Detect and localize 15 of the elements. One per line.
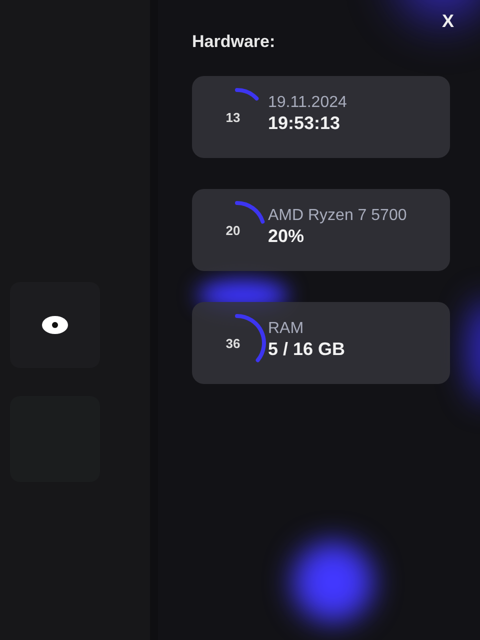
eye-icon [41,315,69,335]
card-value: 5 / 16 GB [268,339,346,360]
card-label: RAM [268,320,305,338]
gauge-value: 36 [226,336,240,350]
card-value: 19:53:13 [268,113,342,134]
card-label: 19.11.2024 [268,94,347,112]
gauge-arc [235,88,259,101]
gauge-arc [235,201,265,224]
card-value: 20% [268,226,306,247]
sidebar-tile[interactable] [10,282,100,368]
gauge-value: 20 [226,222,240,238]
close-button[interactable]: X [438,9,458,34]
section-title: Hardware: [192,32,276,52]
card-label: AMD Ryzen 7 5700 [268,207,407,225]
gauge-value: 13 [226,110,240,124]
